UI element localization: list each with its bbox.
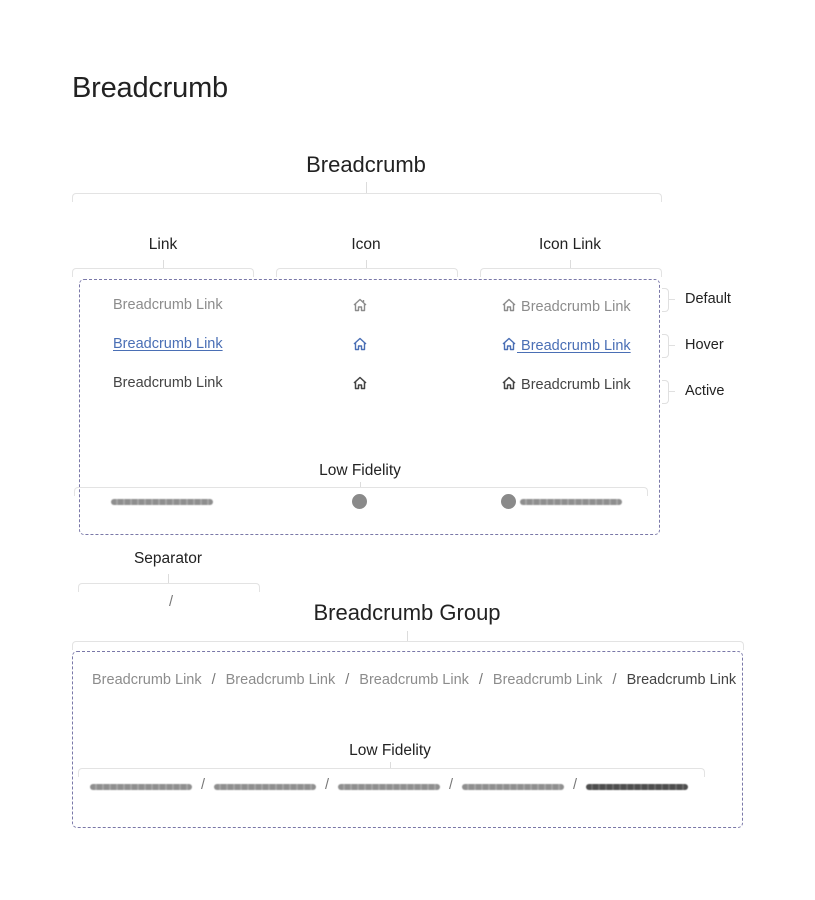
group-lofi-bracket — [78, 768, 705, 777]
group-low-fidelity-label: Low Fidelity — [349, 742, 431, 759]
lofi-link-placeholder — [338, 784, 440, 790]
separator-glyph: / — [478, 672, 483, 688]
breadcrumb-link-default[interactable]: Breadcrumb Link — [113, 297, 223, 313]
home-icon[interactable] — [352, 375, 368, 391]
breadcrumb-group-item[interactable]: Breadcrumb Link — [493, 672, 603, 688]
breadcrumb-group-item[interactable]: Breadcrumb Link — [226, 672, 336, 688]
separator-glyph: / — [325, 777, 330, 793]
breadcrumb-component-frame — [79, 279, 660, 535]
home-icon[interactable] — [352, 336, 368, 352]
column-label-link: Link — [148, 236, 178, 253]
separator-glyph: / — [345, 672, 350, 688]
group-section-title: Breadcrumb Group — [313, 600, 501, 625]
state-label-hover: Hover — [685, 337, 724, 353]
column-bracket-link — [72, 268, 254, 277]
breadcrumb-section-title: Breadcrumb — [306, 152, 426, 177]
state-tick — [669, 391, 675, 392]
lofi-link-placeholder — [462, 784, 564, 790]
column-bracket-icon-link — [480, 268, 662, 277]
state-tick — [669, 345, 675, 346]
column-bracket-icon — [276, 268, 458, 277]
home-icon — [501, 297, 517, 313]
state-tick — [669, 299, 675, 300]
group-bracket — [72, 641, 744, 650]
icon-link-default[interactable]: Breadcrumb Link — [501, 297, 631, 315]
state-label-default: Default — [685, 291, 731, 307]
separator-glyph: / — [449, 777, 454, 793]
lofi-link-placeholder — [214, 784, 316, 790]
state-label-active: Active — [685, 383, 725, 399]
breadcrumb-link-hover[interactable]: Breadcrumb Link — [113, 336, 223, 352]
breadcrumb-link-active[interactable]: Breadcrumb Link — [113, 375, 223, 391]
icon-link-label: Breadcrumb Link — [521, 299, 631, 315]
column-label-icon: Icon — [351, 236, 381, 253]
low-fidelity-label: Low Fidelity — [319, 462, 401, 479]
separator-glyph: / — [612, 672, 617, 688]
breadcrumb-group: Breadcrumb Link / Breadcrumb Link / Brea… — [92, 672, 736, 688]
state-bracket — [662, 380, 669, 404]
lofi-link-placeholder — [111, 499, 213, 505]
group-stem — [407, 631, 408, 641]
breadcrumb-section-bracket — [72, 193, 662, 202]
icon-link-active[interactable]: Breadcrumb Link — [501, 375, 631, 393]
separator-glyph: / — [573, 777, 578, 793]
breadcrumb-group-item[interactable]: Breadcrumb Link — [359, 672, 469, 688]
separator-bracket — [78, 583, 260, 592]
lofi-link-placeholder — [520, 499, 622, 505]
lofi-link-placeholder — [90, 784, 192, 790]
separator-glyph: / — [169, 594, 174, 610]
lofi-icon-placeholder — [501, 494, 516, 509]
state-bracket — [662, 288, 669, 312]
separator-glyph: / — [211, 672, 216, 688]
home-icon — [501, 375, 517, 391]
breadcrumb-group-item[interactable]: Breadcrumb Link — [92, 672, 202, 688]
separator-glyph: / — [201, 777, 206, 793]
page-title: Breadcrumb — [72, 72, 228, 104]
state-bracket — [662, 334, 669, 358]
separator-label: Separator — [133, 550, 203, 567]
icon-link-label: Breadcrumb Link — [521, 377, 631, 393]
column-label-icon-link: Icon Link — [538, 236, 602, 253]
icon-link-hover[interactable]: Breadcrumb Link — [501, 336, 631, 354]
icon-link-label: Breadcrumb Link — [521, 338, 631, 354]
breadcrumb-group-item-current[interactable]: Breadcrumb Link — [627, 672, 737, 688]
lofi-link-placeholder-current — [586, 784, 688, 790]
separator-stem — [168, 574, 169, 583]
lofi-icon-placeholder — [352, 494, 367, 509]
home-icon[interactable] — [352, 297, 368, 313]
home-icon — [501, 336, 517, 352]
